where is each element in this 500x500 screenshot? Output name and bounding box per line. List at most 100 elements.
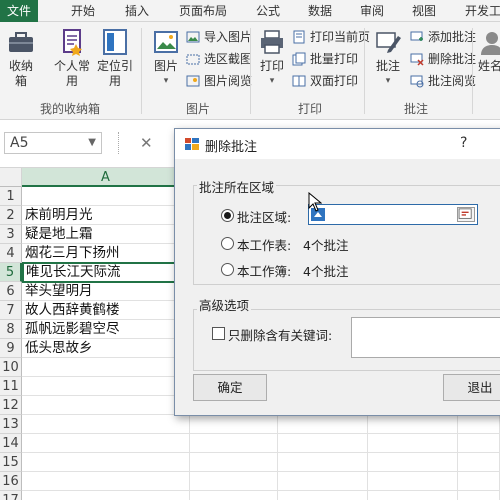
table-cell[interactable] <box>278 415 368 434</box>
table-cell[interactable] <box>458 415 500 434</box>
chevron-down-icon[interactable]: ▼ <box>88 133 96 153</box>
table-cell[interactable] <box>190 472 278 491</box>
exit-button[interactable]: 退出 <box>443 374 500 401</box>
table-cell[interactable] <box>22 377 190 396</box>
table-cell[interactable] <box>22 396 190 415</box>
row-header[interactable]: 15 <box>0 453 22 472</box>
table-cell[interactable] <box>458 472 500 491</box>
tab-page-layout[interactable]: 页面布局 <box>170 0 236 22</box>
tab-formulas[interactable]: 公式 <box>246 0 290 22</box>
row-header[interactable]: 7 <box>0 301 22 320</box>
table-cell-a9[interactable]: 低头思故乡 <box>22 339 190 358</box>
table-cell-a4[interactable]: 烟花三月下扬州 <box>22 244 190 263</box>
row-header[interactable]: 10 <box>0 358 22 377</box>
table-cell[interactable] <box>22 434 190 453</box>
table-cell[interactable] <box>458 434 500 453</box>
row-header[interactable]: 4 <box>0 244 22 263</box>
row-header[interactable]: 9 <box>0 339 22 358</box>
table-cell-a6[interactable]: 举头望明月 <box>22 282 190 301</box>
tab-developer[interactable]: 开发工 <box>458 0 500 22</box>
table-cell[interactable] <box>22 358 190 377</box>
table-cell-a1[interactable] <box>22 187 190 206</box>
import-picture-button[interactable]: 导入图片 <box>186 28 252 46</box>
table-cell[interactable] <box>190 434 278 453</box>
personal-favorites-button[interactable]: 个人常用 <box>50 28 94 89</box>
table-cell[interactable] <box>368 415 458 434</box>
name-box[interactable]: A5 ▼ <box>4 132 102 154</box>
column-header-a[interactable]: A <box>22 168 190 187</box>
radio-worksheet[interactable] <box>221 237 234 250</box>
picture-browse-button[interactable]: 图片阅览 <box>186 72 252 90</box>
tab-data[interactable]: 数据 <box>298 0 342 22</box>
picture-button[interactable]: 图片 ▾ <box>148 28 184 89</box>
radio-range[interactable] <box>221 209 234 222</box>
storage-box-button[interactable]: 收纳箱 <box>2 28 40 89</box>
comment-browse-button[interactable]: 批注阅览 <box>410 72 476 90</box>
dialog-title-bar[interactable]: 删除批注 ? <box>175 129 500 159</box>
print-button[interactable]: 打印 ▾ <box>254 28 290 89</box>
table-cell[interactable] <box>368 491 458 500</box>
table-cell[interactable] <box>458 453 500 472</box>
row-header[interactable]: 8 <box>0 320 22 339</box>
tab-file[interactable]: 文件 <box>0 0 38 22</box>
row-header[interactable]: 6 <box>0 282 22 301</box>
add-comment-button[interactable]: 添加批注 <box>410 28 476 46</box>
row-header[interactable]: 1 <box>0 187 22 206</box>
keyword-only-checkbox[interactable] <box>212 327 225 340</box>
locate-reference-button[interactable]: 定位引用 <box>94 28 136 89</box>
delete-comment-button[interactable]: 删除批注 <box>410 50 476 68</box>
comment-region-legend: 批注所在区域 <box>197 177 277 196</box>
duplex-print-button[interactable]: 双面打印 <box>292 72 358 90</box>
table-cell[interactable] <box>458 491 500 500</box>
ribbon-tab-bar: 文件 开始 插入 页面布局 公式 数据 审阅 视图 开发工 <box>0 0 500 22</box>
cancel-edit-icon[interactable]: ✕ <box>140 134 153 152</box>
help-button[interactable]: ? <box>460 135 467 151</box>
select-all-corner[interactable] <box>0 168 22 187</box>
table-cell-a2[interactable]: 床前明月光 <box>22 206 190 225</box>
selection-screenshot-button[interactable]: 选区截图 <box>186 50 252 68</box>
keyword-input[interactable] <box>351 317 500 358</box>
storage-box-label: 收纳箱 <box>8 59 33 88</box>
tab-view[interactable]: 视图 <box>402 0 446 22</box>
table-cell[interactable] <box>368 453 458 472</box>
row-header[interactable]: 2 <box>0 206 22 225</box>
table-cell[interactable] <box>278 453 368 472</box>
row-header-5[interactable]: 5 <box>0 263 22 282</box>
tab-insert[interactable]: 插入 <box>114 0 160 22</box>
table-cell[interactable] <box>368 434 458 453</box>
row-header[interactable]: 17 <box>0 491 22 500</box>
row-header[interactable]: 16 <box>0 472 22 491</box>
range-picker-button[interactable] <box>457 207 475 222</box>
row-header[interactable]: 14 <box>0 434 22 453</box>
table-cell-a3[interactable]: 疑是地上霜 <box>22 225 190 244</box>
comment-button[interactable]: 批注 ▾ <box>370 28 406 89</box>
table-cell[interactable] <box>278 434 368 453</box>
group-divider <box>250 28 251 114</box>
radio-workbook[interactable] <box>221 263 234 276</box>
table-cell-a7[interactable]: 故人西辞黄鹤楼 <box>22 301 190 320</box>
ok-button[interactable]: 确定 <box>193 374 267 401</box>
table-cell[interactable] <box>22 491 190 500</box>
add-comment-label: 添加批注 <box>428 30 477 44</box>
table-cell-a8[interactable]: 孤帆远影碧空尽 <box>22 320 190 339</box>
table-cell[interactable] <box>278 472 368 491</box>
row-header[interactable]: 13 <box>0 415 22 434</box>
table-cell-a5-active[interactable]: 唯见长江天际流 <box>22 262 190 283</box>
row-header[interactable]: 11 <box>0 377 22 396</box>
table-cell[interactable] <box>22 472 190 491</box>
tab-review[interactable]: 审阅 <box>350 0 394 22</box>
comment-range-input[interactable] <box>308 204 478 225</box>
row-header[interactable]: 3 <box>0 225 22 244</box>
table-cell[interactable] <box>22 453 190 472</box>
table-cell[interactable] <box>190 491 278 500</box>
table-cell[interactable] <box>368 472 458 491</box>
table-cell[interactable] <box>190 453 278 472</box>
row-header[interactable]: 12 <box>0 396 22 415</box>
tab-home[interactable]: 开始 <box>60 0 106 22</box>
table-cell[interactable] <box>22 415 190 434</box>
batch-print-button[interactable]: 批量打印 <box>292 50 358 68</box>
table-cell[interactable] <box>190 415 278 434</box>
print-current-page-button[interactable]: 打印当前页 <box>292 28 370 46</box>
table-cell[interactable] <box>278 491 368 500</box>
name-button[interactable]: 姓名 <box>478 28 500 74</box>
